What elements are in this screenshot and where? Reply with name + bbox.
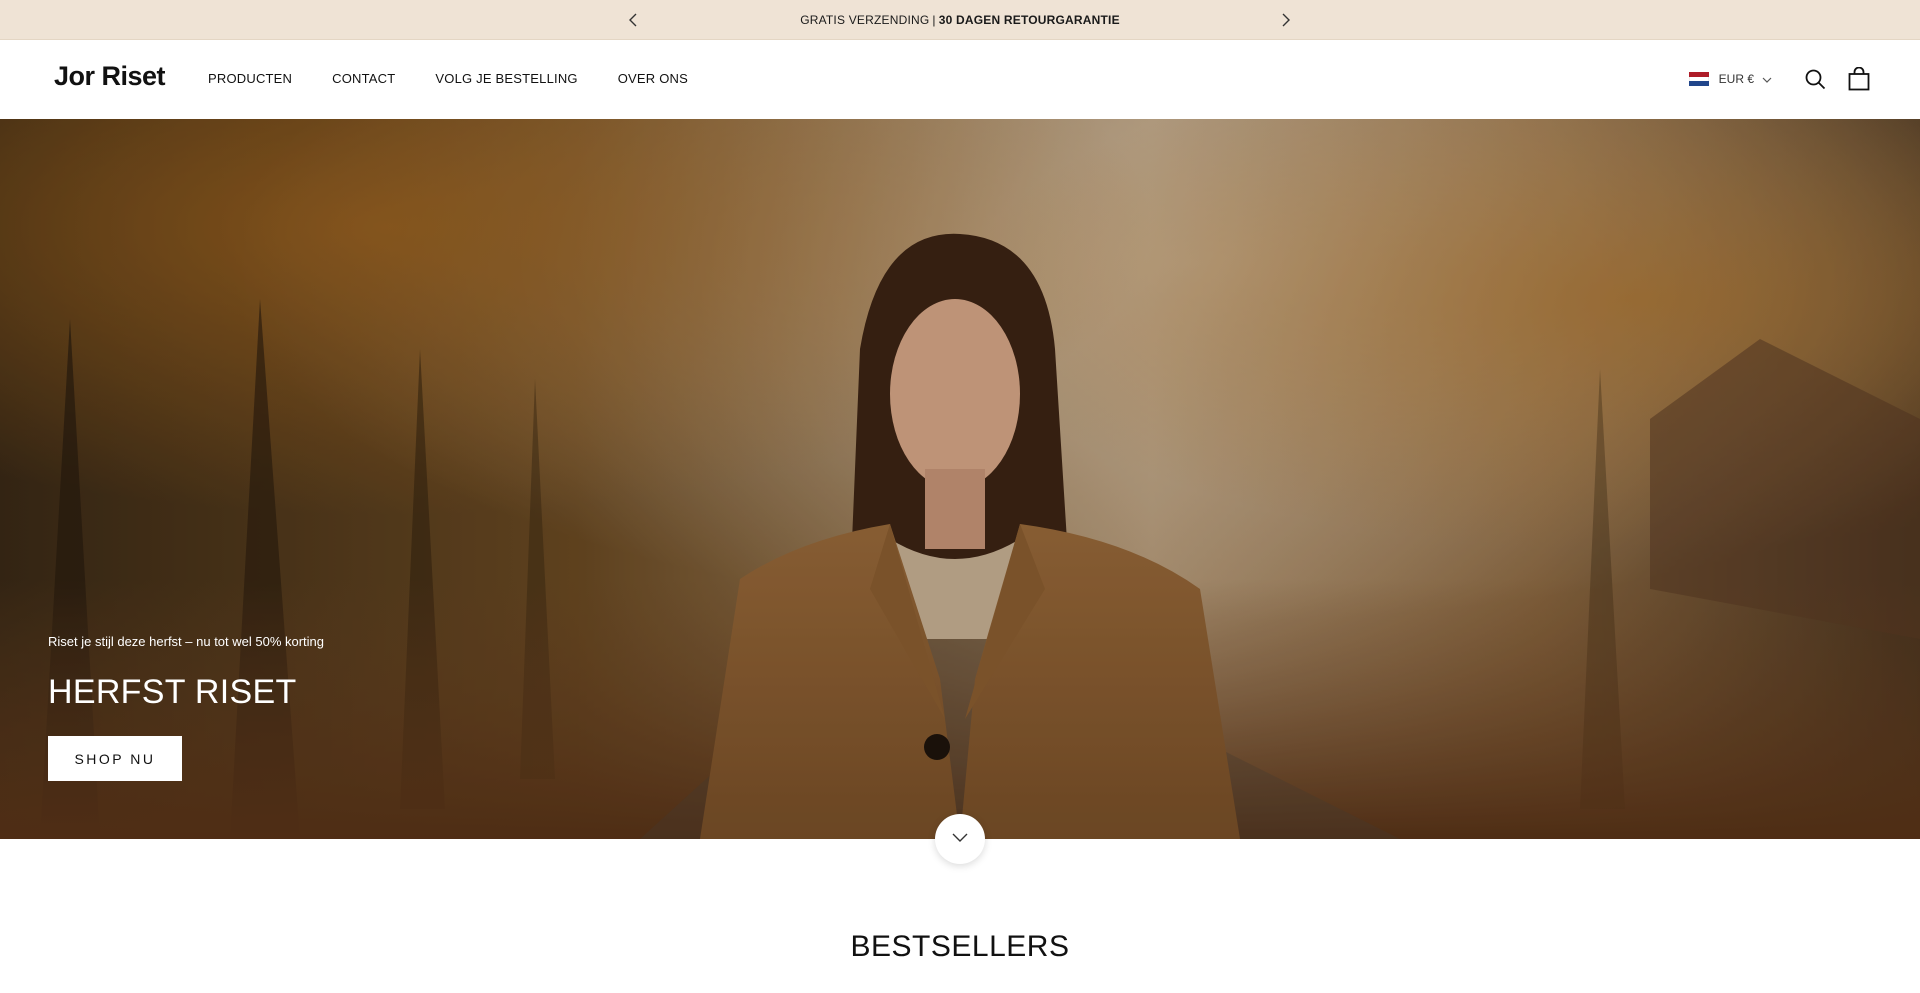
hero-subtitle: Riset je stijl deze herfst – nu tot wel … xyxy=(48,634,325,649)
chevron-down-icon xyxy=(1762,70,1772,88)
currency-label: EUR € xyxy=(1718,72,1754,86)
shop-now-button[interactable]: SHOP NU xyxy=(48,736,182,781)
announcement-returns: 30 DAGEN RETOURGARANTIE xyxy=(938,12,1120,27)
nav-item-volg-je-bestelling[interactable]: VOLG JE BESTELLING xyxy=(435,71,577,86)
announcement-shipping: GRATIS VERZENDING xyxy=(800,12,930,27)
nav-item-contact[interactable]: CONTACT xyxy=(332,71,395,86)
announcement-message: GRATIS VERZENDING | 30 DAGEN RETOURGARANTI… xyxy=(800,13,1120,27)
chevron-left-icon[interactable] xyxy=(623,10,643,30)
nav-item-over-ons[interactable]: OVER ONS xyxy=(618,71,688,86)
scroll-down-button[interactable] xyxy=(935,814,985,864)
main-nav: PRODUCTEN CONTACT VOLG JE BESTELLING OVE… xyxy=(208,71,728,86)
site-header: Jor Riset PRODUCTEN CONTACT VOLG JE BEST… xyxy=(0,40,1920,119)
nav-item-producten[interactable]: PRODUCTEN xyxy=(208,71,292,86)
hero-title: HERFST RISET xyxy=(48,673,297,711)
hero-banner: Riset je stijl deze herfst – nu tot wel … xyxy=(0,119,1920,839)
header-tools: EUR € xyxy=(1688,66,1872,92)
chevron-right-icon[interactable] xyxy=(1276,10,1296,30)
chevron-down-icon xyxy=(952,830,968,848)
currency-selector[interactable]: EUR € xyxy=(1688,70,1772,88)
announcement-separator: | xyxy=(932,12,936,27)
bestsellers-title: BESTSELLERS xyxy=(850,930,1070,963)
shopping-bag-icon[interactable] xyxy=(1846,66,1872,92)
hero-copy: Riset je stijl deze herfst – nu tot wel … xyxy=(48,634,324,781)
site-logo[interactable]: Jor Riset xyxy=(54,61,166,92)
search-icon[interactable] xyxy=(1802,66,1828,92)
announcement-bar: GRATIS VERZENDING | 30 DAGEN RETOURGARANTI… xyxy=(0,0,1920,40)
netherlands-flag-icon xyxy=(1688,72,1709,87)
